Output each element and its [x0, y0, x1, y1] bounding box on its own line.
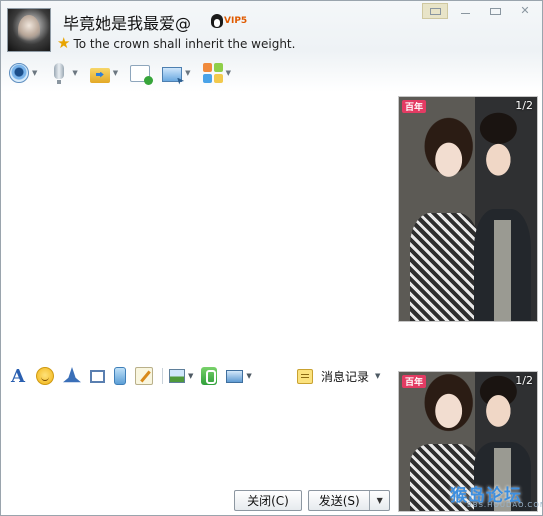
- chevron-down-icon[interactable]: ▼: [72, 69, 77, 77]
- star-icon: ★: [57, 34, 71, 52]
- photo-tag: 百年: [402, 100, 427, 113]
- photo-figure: [410, 213, 480, 321]
- contact-signature: To the crown shall inherit the weight.: [73, 36, 296, 51]
- toolbar-divider: [162, 368, 163, 384]
- minimize-icon: [461, 13, 470, 14]
- window-controls: ✕: [418, 3, 538, 19]
- image-icon[interactable]: [169, 369, 185, 383]
- message-history-label: 消息记录: [321, 369, 370, 384]
- message-history-area[interactable]: [2, 93, 394, 355]
- music-icon[interactable]: [201, 367, 218, 385]
- screen-share-icon[interactable]: [226, 369, 244, 383]
- voice-call-button[interactable]: ▼: [49, 63, 78, 84]
- vip-label: VIP5: [224, 16, 248, 26]
- message-input[interactable]: [2, 391, 394, 487]
- top-toolbar: ▼ ▼ ▼ ▼ ▼: [9, 60, 243, 86]
- chevron-down-icon[interactable]: ▼: [226, 69, 231, 77]
- chat-header: 毕竟她是我最爱@ VIP5 ★ To the crown shall inher…: [1, 1, 542, 92]
- chevron-down-icon[interactable]: ▼: [188, 372, 193, 380]
- close-window-button[interactable]: ✕: [512, 3, 538, 19]
- send-file-button[interactable]: ▼: [89, 66, 118, 83]
- close-button[interactable]: 关闭(C): [234, 490, 302, 511]
- close-icon: ✕: [520, 4, 530, 17]
- voice-call-icon: [54, 63, 65, 84]
- scrawl-icon[interactable]: [135, 367, 153, 385]
- maximize-button[interactable]: [482, 3, 508, 19]
- message-history-button[interactable]: 消息记录 ▼: [297, 366, 380, 386]
- chevron-down-icon[interactable]: ▼: [113, 69, 118, 77]
- settings-icon: [430, 8, 441, 15]
- chevron-down-icon[interactable]: ▼: [185, 69, 190, 77]
- contact-photo-show[interactable]: 百年 1/2: [398, 96, 538, 322]
- send-button[interactable]: 发送(S) ▼: [308, 490, 390, 511]
- chevron-down-icon[interactable]: ▼: [246, 372, 251, 380]
- app-center-button[interactable]: ▼: [202, 63, 231, 83]
- send-file-icon: [89, 67, 110, 83]
- signature-line: ★ To the crown shall inherit the weight.: [57, 36, 295, 51]
- chat-window: 毕竟她是我最爱@ VIP5 ★ To the crown shall inher…: [0, 0, 543, 516]
- minimize-button[interactable]: [452, 3, 478, 19]
- photo-page-indicator[interactable]: 1/2: [515, 374, 533, 387]
- remote-assist-button[interactable]: ▼: [162, 66, 191, 82]
- watermark-url: BBS.HOUDAO.COM: [467, 501, 543, 509]
- maximize-icon: [490, 8, 501, 15]
- contact-avatar[interactable]: [7, 8, 51, 52]
- shake-icon[interactable]: [63, 367, 81, 383]
- group-chat-button[interactable]: [130, 64, 154, 85]
- video-call-icon: [9, 63, 29, 83]
- chevron-down-icon[interactable]: ▼: [32, 69, 37, 77]
- contact-nickname: 毕竟她是我最爱@: [63, 14, 192, 33]
- photo-figure: [473, 209, 532, 321]
- photo-tag: 百年: [402, 375, 427, 388]
- chevron-down-icon[interactable]: ▼: [370, 496, 389, 505]
- chevron-down-icon[interactable]: ▼: [375, 372, 380, 380]
- app-center-icon: [202, 63, 223, 83]
- group-chat-icon: [130, 64, 154, 85]
- remote-assist-icon: [162, 66, 183, 82]
- input-toolbar: A ▼ ▼: [9, 364, 260, 388]
- settings-button[interactable]: [422, 3, 448, 19]
- font-icon[interactable]: A: [9, 366, 27, 387]
- photo-page-indicator[interactable]: 1/2: [515, 99, 533, 112]
- message-history-icon: [297, 368, 313, 384]
- vip-badge[interactable]: VIP5: [211, 12, 247, 30]
- penguin-icon: [211, 14, 223, 28]
- emoticon-icon[interactable]: [36, 367, 54, 385]
- screenshot-icon[interactable]: [90, 369, 105, 383]
- send-label: 发送(S): [318, 494, 360, 508]
- video-call-button[interactable]: ▼: [9, 63, 37, 83]
- voice-message-icon[interactable]: [114, 367, 126, 385]
